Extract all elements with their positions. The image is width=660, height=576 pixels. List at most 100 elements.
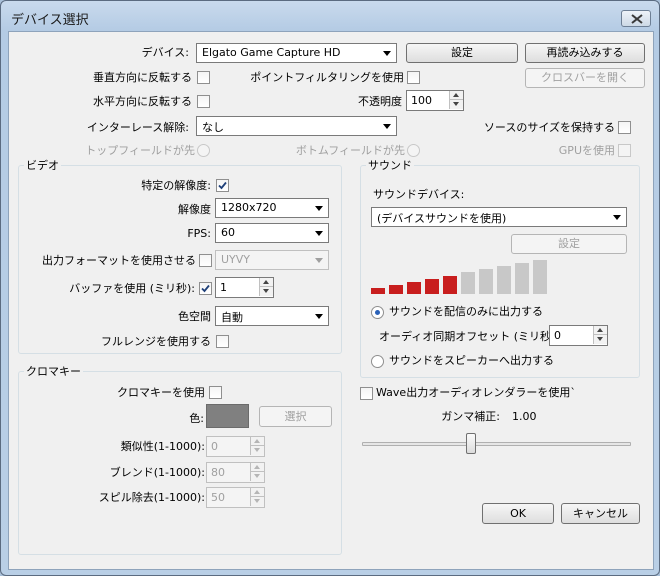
top-field-first-radio[interactable] — [197, 144, 210, 157]
opacity-spinner[interactable]: 100 — [406, 90, 464, 111]
device-select[interactable]: Elgato Game Capture HD — [196, 43, 397, 63]
level-bar — [425, 279, 439, 294]
bottom-field-first-radio[interactable] — [407, 144, 420, 157]
level-bar — [479, 269, 493, 294]
chevron-down-icon — [315, 314, 323, 319]
sync-offset-value: 0 — [554, 329, 561, 342]
color-space-value: 自動 — [221, 311, 243, 324]
chroma-use-label: クロマキーを使用 — [117, 386, 205, 399]
spin-up-icon[interactable] — [250, 437, 264, 446]
chroma-select-button[interactable]: 選択 — [259, 406, 332, 427]
gamma-label: ガンマ補正: — [441, 410, 500, 423]
chevron-down-icon — [315, 258, 323, 263]
chroma-use-checkbox[interactable] — [209, 386, 222, 399]
chevron-down-icon — [613, 215, 621, 220]
chevron-down-icon — [383, 51, 391, 56]
flip-horizontal-checkbox[interactable] — [197, 95, 210, 108]
deinterlace-select[interactable]: なし — [196, 116, 397, 136]
crossbar-button[interactable]: クロスバーを開く — [525, 68, 645, 88]
wave-renderer-checkbox[interactable] — [360, 387, 373, 400]
buffer-spinner[interactable]: 1 — [215, 277, 274, 298]
sound-device-value: (デバイスサウンドを使用) — [377, 212, 507, 225]
sync-offset-label: オーディオ同期オフセット (ミリ秒): — [379, 330, 560, 343]
buffer-label: バッファを使用 (ミリ秒): — [69, 282, 195, 295]
full-range-label: フルレンジを使用する — [101, 335, 211, 348]
close-button[interactable] — [621, 10, 651, 27]
fps-select[interactable]: 60 — [215, 223, 329, 243]
deinterlace-value: なし — [202, 121, 224, 134]
spin-up-icon[interactable] — [449, 91, 463, 100]
stream-only-label: サウンドを配信のみに出力する — [389, 305, 543, 318]
gamma-value: 1.00 — [512, 410, 537, 423]
chroma-key-group-title: クロマキー — [24, 365, 83, 379]
keep-source-size-checkbox[interactable] — [618, 121, 631, 134]
level-bar — [407, 282, 421, 294]
level-bar — [389, 285, 403, 294]
chevron-down-icon — [315, 206, 323, 211]
cancel-button[interactable]: キャンセル — [561, 503, 640, 524]
sound-settings-button[interactable]: 設定 — [511, 234, 627, 254]
similarity-value: 0 — [211, 440, 218, 453]
deinterlace-label: インターレース解除: — [86, 121, 189, 134]
similarity-label: 類似性(1-1000): — [120, 440, 205, 453]
sync-offset-spinner[interactable]: 0 — [549, 325, 608, 346]
color-space-select[interactable]: 自動 — [215, 306, 329, 326]
wave-renderer-label: Wave出力オーディオレンダラーを使用` — [376, 386, 576, 399]
use-gpu-checkbox[interactable] — [618, 144, 631, 157]
spin-down-icon[interactable] — [593, 335, 607, 344]
chroma-color-swatch[interactable] — [206, 404, 249, 428]
bottom-field-first-label: ボトムフィールドが先 — [295, 144, 405, 157]
keep-source-size-label: ソースのサイズを保持する — [483, 121, 615, 134]
sound-device-select[interactable]: (デバイスサウンドを使用) — [371, 207, 627, 227]
device-value: Elgato Game Capture HD — [202, 46, 341, 59]
blend-spinner[interactable]: 80 — [206, 462, 265, 483]
custom-resolution-checkbox[interactable] — [216, 179, 229, 192]
similarity-spinner[interactable]: 0 — [206, 436, 265, 457]
resolution-select[interactable]: 1280x720 — [215, 198, 329, 218]
spin-up-icon[interactable] — [593, 326, 607, 335]
fps-value: 60 — [221, 226, 235, 239]
color-space-label: 色空間 — [178, 310, 211, 323]
flip-horizontal-label: 水平方向に反転する — [93, 95, 192, 108]
opacity-value: 100 — [411, 94, 432, 107]
point-filter-label: ポイントフィルタリングを使用 — [250, 71, 404, 84]
full-range-checkbox[interactable] — [216, 335, 229, 348]
reload-button[interactable]: 再読み込みする — [525, 43, 645, 63]
point-filter-checkbox[interactable] — [407, 71, 420, 84]
custom-resolution-label: 特定の解像度: — [141, 179, 211, 192]
level-bar — [533, 260, 547, 294]
video-group-title: ビデオ — [24, 159, 61, 173]
spin-up-icon[interactable] — [259, 278, 273, 287]
gamma-slider-track[interactable] — [362, 442, 631, 446]
spin-up-icon[interactable] — [250, 463, 264, 472]
close-icon — [631, 14, 643, 24]
spin-down-icon[interactable] — [259, 287, 273, 296]
sound-group-title: サウンド — [366, 159, 414, 173]
to-speakers-radio[interactable] — [371, 355, 384, 368]
level-bar — [497, 266, 511, 294]
spin-down-icon[interactable] — [250, 472, 264, 481]
device-label: デバイス: — [141, 46, 189, 59]
sound-device-label: サウンドデバイス: — [373, 188, 465, 201]
resolution-label: 解像度 — [178, 203, 211, 216]
stream-only-radio[interactable] — [371, 306, 384, 319]
output-format-value: UYVY — [221, 253, 251, 266]
output-format-checkbox[interactable] — [199, 254, 212, 267]
buffer-checkbox[interactable] — [199, 282, 212, 295]
spin-up-icon[interactable] — [250, 488, 264, 497]
level-bar — [515, 263, 529, 294]
use-gpu-label: GPUを使用 — [558, 144, 615, 157]
gamma-slider-thumb[interactable] — [466, 433, 476, 454]
flip-vertical-checkbox[interactable] — [197, 71, 210, 84]
device-settings-button[interactable]: 設定 — [406, 43, 518, 63]
output-format-label: 出力フォーマットを使用させる — [42, 254, 196, 267]
spin-down-icon[interactable] — [250, 446, 264, 455]
top-field-first-label: トップフィールドが先 — [85, 144, 195, 157]
spin-down-icon[interactable] — [250, 497, 264, 506]
spill-value: 50 — [211, 491, 225, 504]
spill-spinner[interactable]: 50 — [206, 487, 265, 508]
spin-down-icon[interactable] — [449, 100, 463, 109]
output-format-select[interactable]: UYVY — [215, 250, 329, 270]
checkmark-icon — [218, 181, 227, 190]
ok-button[interactable]: OK — [482, 503, 554, 524]
